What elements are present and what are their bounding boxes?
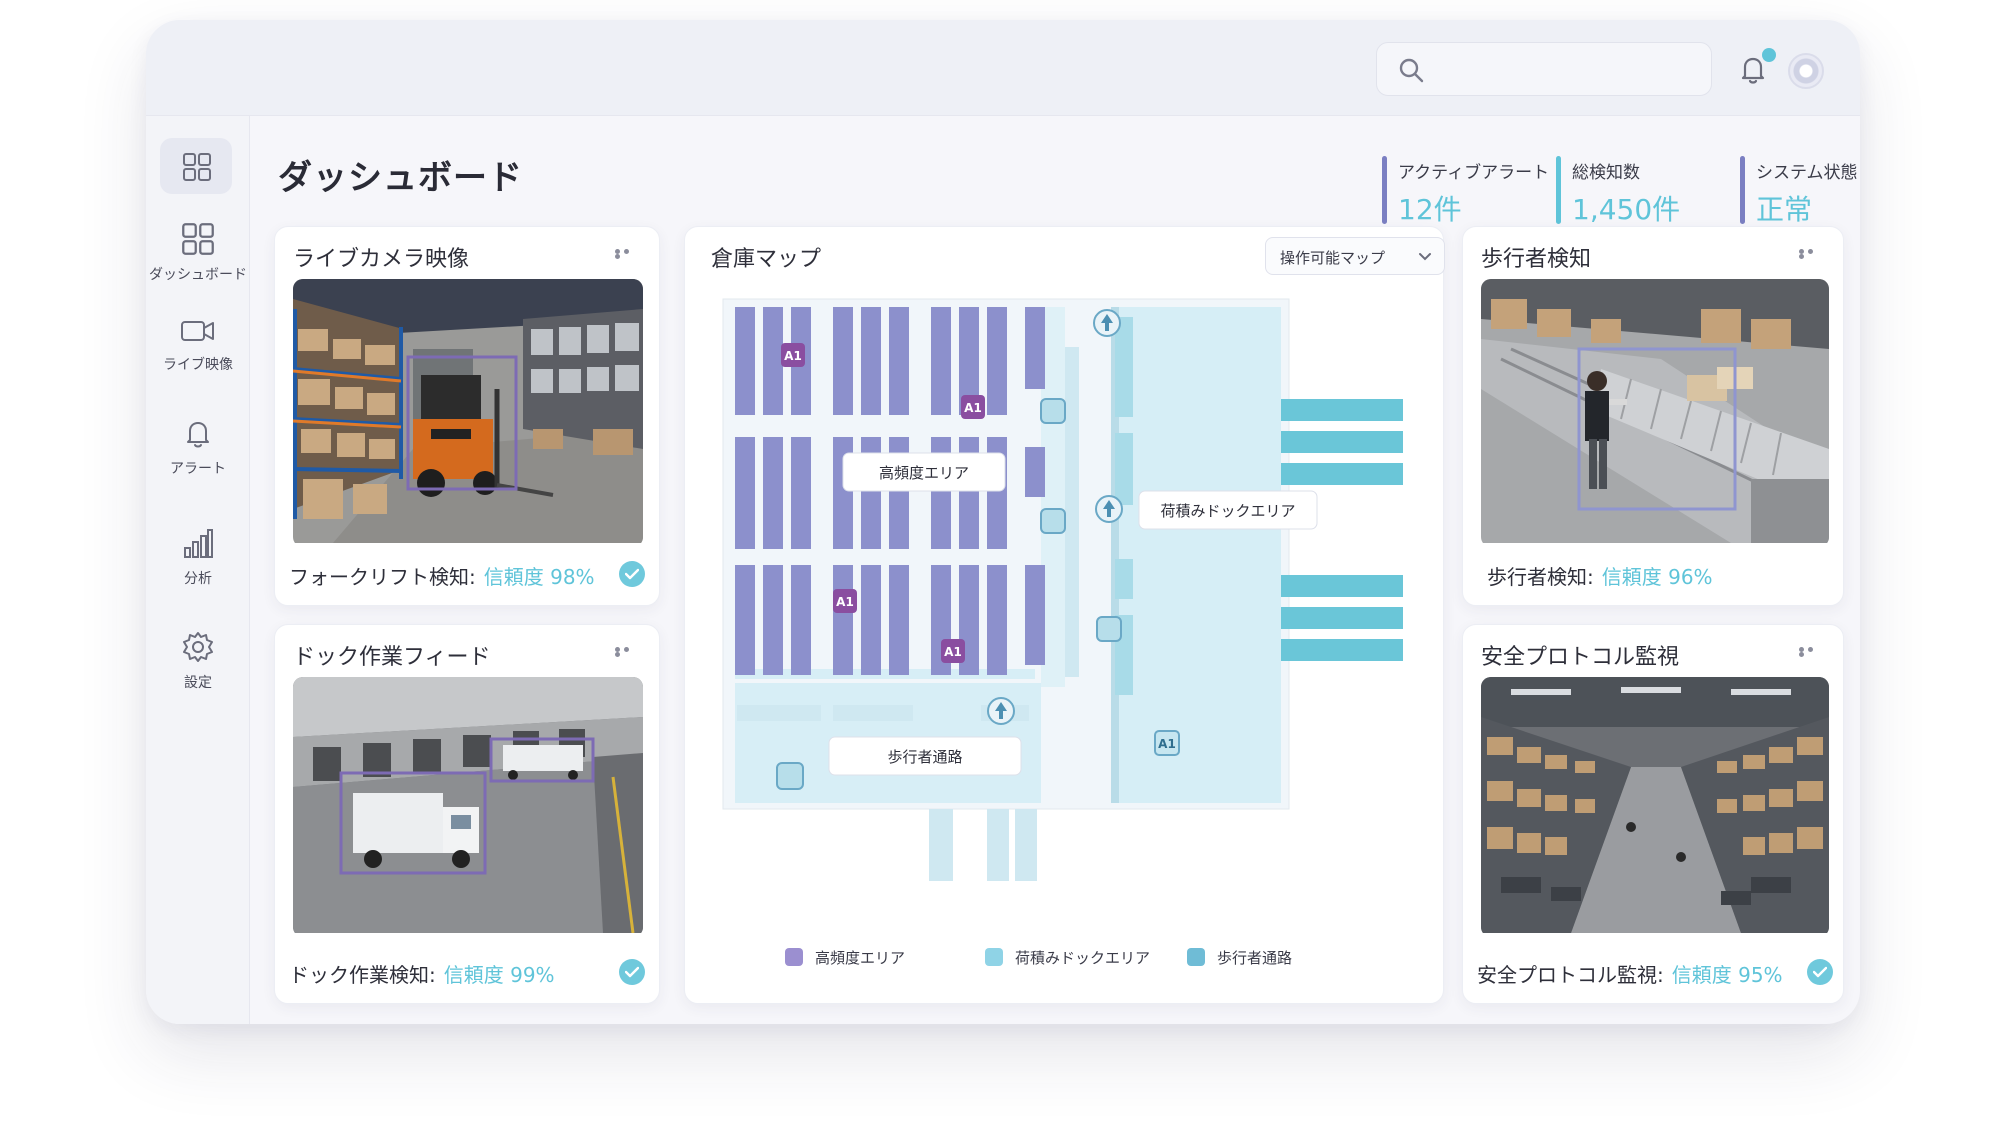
notification-dot [1762, 48, 1776, 62]
check-icon [619, 561, 645, 587]
caption-text: 安全プロトコル監視: [1477, 963, 1664, 987]
sidebar-item-label: 設定 [184, 675, 212, 691]
card-title: ドック作業フィード [293, 645, 491, 670]
app-window: ダッシュボード ライブ映像 アラート 分析 設定 ダッシュボード アクティブアラ… [146, 20, 1860, 1024]
caption-text: ドック作業検知: [289, 963, 436, 987]
more-icon[interactable] [615, 249, 641, 259]
warehouse-map-card: 倉庫マップ 操作可能マップ A1 A1 A1 A1 A1 高頻度エリア 荷積みド… [684, 226, 1445, 1004]
map-marker-label: A1 [836, 595, 854, 609]
legend-swatch [1187, 948, 1205, 966]
card-title: 安全プロトコル監視 [1481, 645, 1680, 670]
detection-caption: ドック作業検知: 信頼度 99% [289, 959, 555, 988]
detection-caption: 歩行者検知: 信頼度 96% [1487, 561, 1713, 590]
pedestrian-camera-feed[interactable] [1481, 279, 1829, 547]
chevron-down-icon [1419, 253, 1431, 261]
map-marker-label: A1 [784, 349, 802, 363]
forklift-camera-feed[interactable] [293, 279, 643, 547]
map-mode-value: 操作可能マップ [1280, 249, 1386, 267]
legend-label: 荷積みドックエリア [1015, 949, 1151, 967]
map-marker-label: A1 [1158, 737, 1176, 751]
detection-caption: 安全プロトコル監視: 信頼度 95% [1477, 959, 1783, 988]
sidebar-item-live-video[interactable]: ライブ映像 [146, 316, 250, 396]
card-title: ライブカメラ映像 [293, 247, 470, 272]
legend-item: 荷積みドックエリア [985, 947, 1150, 968]
legend-label: 歩行者通路 [1217, 949, 1293, 967]
sidebar-item-label: ダッシュボード [149, 267, 247, 283]
card-title: 歩行者検知 [1481, 247, 1592, 272]
sidebar-item-label: ライブ映像 [163, 357, 233, 373]
stat-value: 正常 [1756, 193, 1813, 226]
gear-icon [183, 632, 213, 662]
sidebar-item-dashboard[interactable]: ダッシュボード [146, 222, 250, 302]
stat-accent-bar [1740, 156, 1745, 224]
legend-swatch [985, 948, 1003, 966]
stat-value: 12件 [1398, 193, 1462, 226]
map-label-loading-dock: 荷積みドックエリア [1160, 502, 1295, 520]
caption-text: フォークリフト検知: [289, 565, 476, 589]
confidence-value: 信頼度 96% [1601, 565, 1713, 589]
map-mode-select[interactable]: 操作可能マップ [1265, 237, 1445, 275]
search-input[interactable] [1437, 51, 1697, 89]
legend-label: 高頻度エリア [815, 949, 906, 967]
check-icon [1807, 959, 1833, 985]
sidebar-item-settings[interactable]: 設定 [146, 630, 250, 710]
warehouse-map[interactable]: A1 A1 A1 A1 A1 高頻度エリア 荷積みドックエリア 歩行者通路 [685, 287, 1445, 907]
stat-label: 総検知数 [1572, 163, 1640, 183]
dock-camera-feed[interactable] [293, 677, 643, 937]
live-camera-card: ライブカメラ映像 フォークリフト検知: 信頼度 98% [274, 226, 660, 606]
caption-text: 歩行者検知: [1487, 565, 1594, 589]
map-marker-label: A1 [944, 645, 962, 659]
avatar[interactable] [1788, 53, 1824, 89]
map-legend: 高頻度エリア 荷積みドックエリア 歩行者通路 [685, 947, 1445, 977]
sidebar: ダッシュボード ライブ映像 アラート 分析 設定 [146, 116, 250, 1024]
stat-label: システム状態 [1756, 163, 1858, 183]
map-label-high-frequency: 高頻度エリア [879, 464, 969, 482]
check-icon [619, 959, 645, 985]
sidebar-home-button[interactable] [160, 138, 232, 194]
more-icon[interactable] [1799, 647, 1825, 657]
card-title: 倉庫マップ [711, 247, 822, 272]
sidebar-item-label: アラート [170, 461, 226, 477]
dock-feed-card: ドック作業フィード ドック作業検知: 信頼度 99% [274, 624, 660, 1004]
stat-value: 1,450件 [1572, 193, 1681, 226]
sidebar-item-label: 分析 [184, 571, 212, 587]
stat-accent-bar [1382, 156, 1387, 224]
bell-icon [187, 422, 209, 448]
search-icon [1399, 58, 1424, 83]
grid-icon [183, 153, 211, 181]
top-bar [146, 20, 1860, 116]
more-icon[interactable] [615, 647, 641, 657]
sidebar-item-alerts[interactable]: アラート [146, 416, 250, 496]
notification-button[interactable] [1736, 48, 1776, 86]
pedestrian-card: 歩行者検知 歩行者検知: 信頼度 96% [1462, 226, 1844, 606]
legend-swatch [785, 948, 803, 966]
sidebar-item-analytics[interactable]: 分析 [146, 526, 250, 606]
video-camera-icon [181, 321, 214, 341]
search-box[interactable] [1376, 42, 1712, 96]
page-title: ダッシュボード [278, 158, 523, 198]
stat-label: アクティブアラート [1398, 163, 1550, 183]
confidence-value: 信頼度 95% [1671, 963, 1783, 987]
safety-camera-feed[interactable] [1481, 677, 1829, 937]
map-marker-label: A1 [964, 401, 982, 415]
dashboard-icon [182, 223, 214, 255]
confidence-value: 信頼度 99% [443, 963, 555, 987]
safety-protocol-card: 安全プロトコル監視 安全プロトコル監視: 信頼度 95% [1462, 624, 1844, 1004]
detection-caption: フォークリフト検知: 信頼度 98% [289, 561, 595, 590]
more-icon[interactable] [1799, 249, 1825, 259]
legend-item: 歩行者通路 [1187, 947, 1292, 968]
bar-chart-icon [184, 529, 213, 558]
confidence-value: 信頼度 98% [483, 565, 595, 589]
legend-item: 高頻度エリア [785, 947, 905, 968]
stat-accent-bar [1556, 156, 1561, 224]
map-label-walkway: 歩行者通路 [887, 748, 962, 766]
